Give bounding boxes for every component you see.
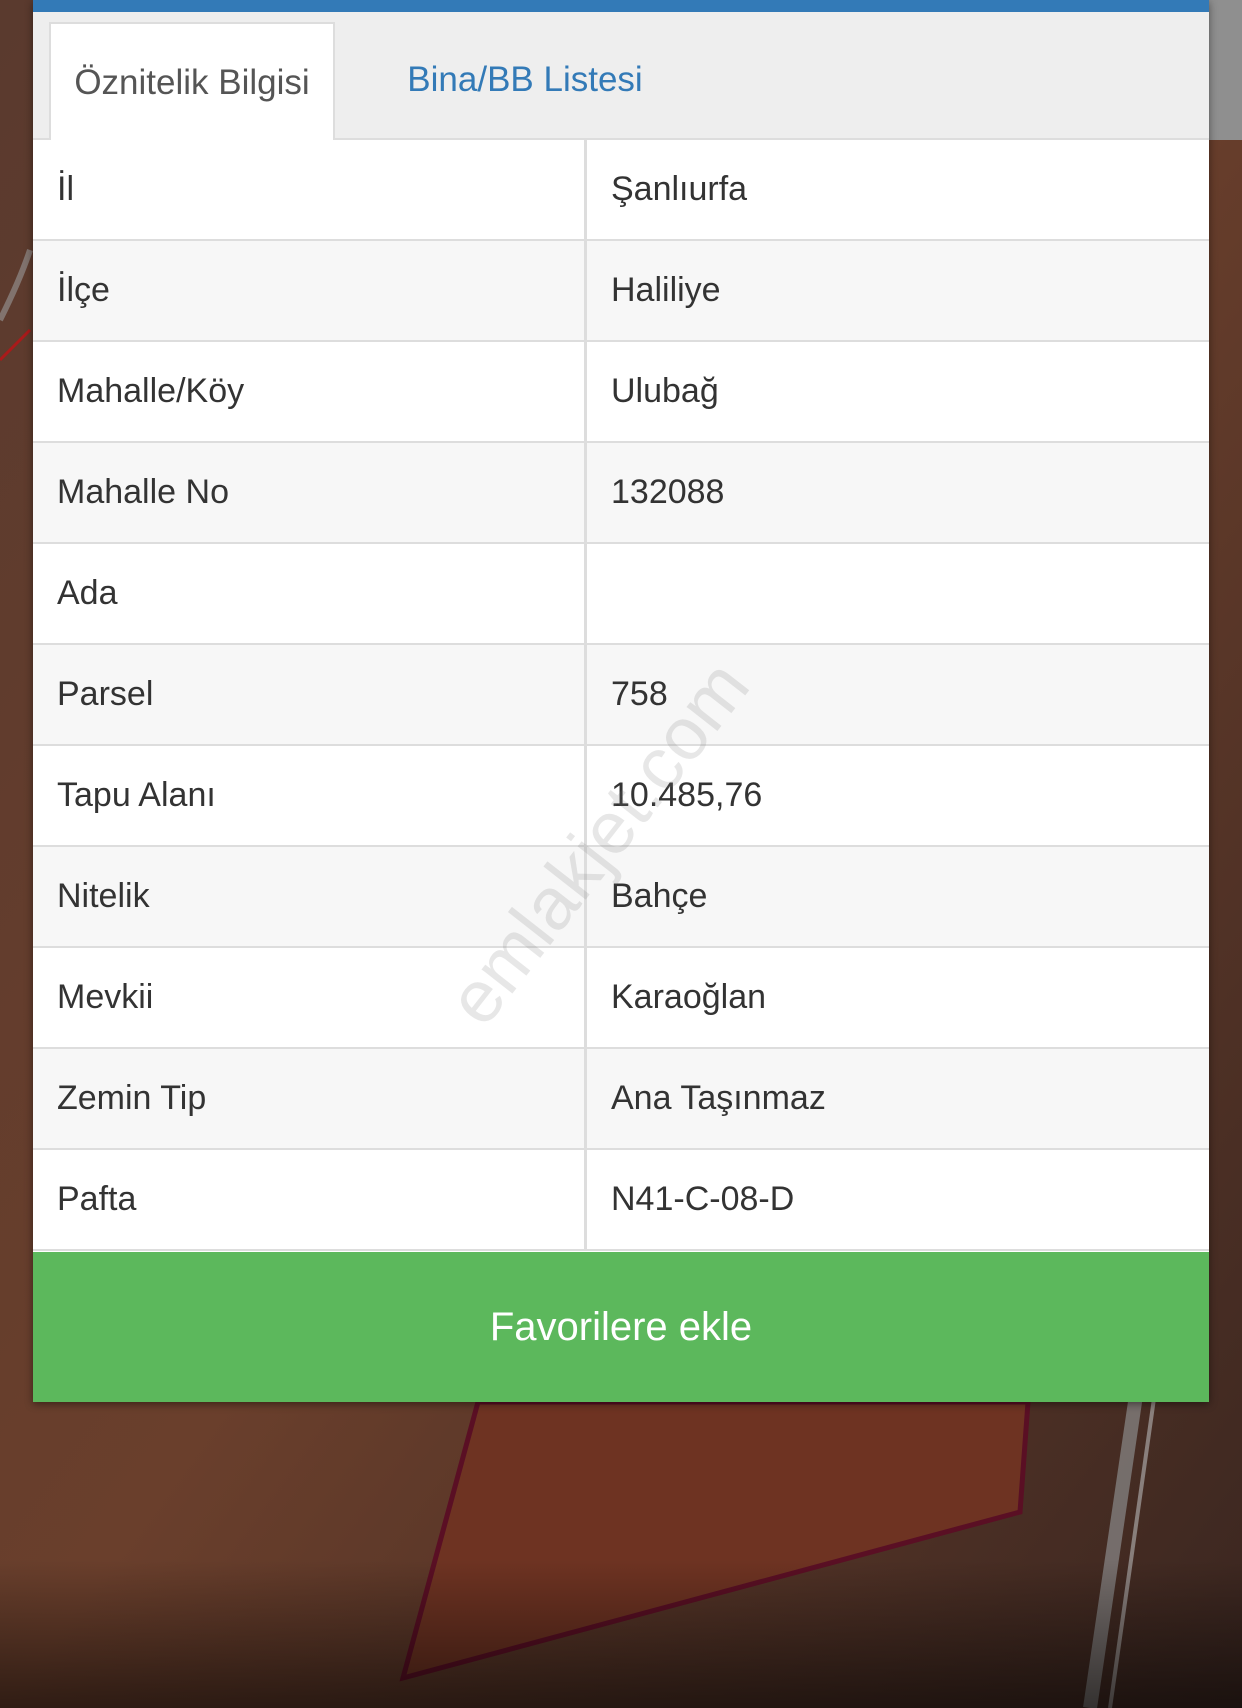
panel-header-bar <box>33 0 1209 12</box>
row-value-mahalle-no: 132088 <box>611 473 725 511</box>
table-row: Mevkii Karaoğlan <box>33 948 1209 1049</box>
row-key-mahalle-koy: Mahalle/Köy <box>33 342 587 441</box>
row-value-il: Şanlıurfa <box>611 170 748 208</box>
row-value-pafta: N41-C-08-D <box>611 1180 795 1218</box>
table-row: İl Şanlıurfa <box>33 140 1209 241</box>
table-row: Tapu Alanı 10.485,76 <box>33 746 1209 847</box>
table-row: İlçe Haliliye <box>33 241 1209 342</box>
tab-attribute-info[interactable]: Öznitelik Bilgisi <box>49 22 335 142</box>
table-row: Mahalle/Köy Ulubağ <box>33 342 1209 443</box>
table-row: Pafta N41-C-08-D <box>33 1150 1209 1251</box>
table-row: Mahalle No 132088 <box>33 443 1209 544</box>
tab-building-list[interactable]: Bina/BB Listesi <box>375 22 675 138</box>
row-value-zemin-tip: Ana Taşınmaz <box>611 1079 826 1117</box>
row-key-zemin-tip: Zemin Tip <box>33 1049 587 1148</box>
row-key-parsel: Parsel <box>33 645 587 744</box>
tab-bar: Öznitelik Bilgisi Bina/BB Listesi <box>33 12 1209 142</box>
row-value-ilce: Haliliye <box>611 271 721 309</box>
table-row: Ada <box>33 544 1209 645</box>
row-value-parsel: 758 <box>611 675 668 713</box>
row-key-ada: Ada <box>33 544 587 643</box>
row-key-mahalle-no: Mahalle No <box>33 443 587 542</box>
row-value-mevkii: Karaoğlan <box>611 978 767 1016</box>
row-value-tapu-alani: 10.485,76 <box>611 776 763 814</box>
row-key-tapu-alani: Tapu Alanı <box>33 746 587 845</box>
row-value-mahalle-koy: Ulubağ <box>611 372 719 410</box>
attribute-panel: Öznitelik Bilgisi Bina/BB Listesi İl Şan… <box>33 0 1209 1402</box>
add-favorites-button[interactable]: Favorilere ekle <box>33 1252 1209 1402</box>
row-key-ilce: İlçe <box>33 241 587 340</box>
attribute-table: İl Şanlıurfa İlçe Haliliye Mahalle/Köy U… <box>33 140 1209 1251</box>
row-value-ada <box>587 544 1209 643</box>
row-key-pafta: Pafta <box>33 1150 587 1249</box>
row-key-il: İl <box>33 140 587 239</box>
table-row: Nitelik Bahçe <box>33 847 1209 948</box>
row-value-nitelik: Bahçe <box>611 877 708 915</box>
table-row: Zemin Tip Ana Taşınmaz <box>33 1049 1209 1150</box>
table-row: Parsel 758 <box>33 645 1209 746</box>
row-key-mevkii: Mevkii <box>33 948 587 1047</box>
row-key-nitelik: Nitelik <box>33 847 587 946</box>
